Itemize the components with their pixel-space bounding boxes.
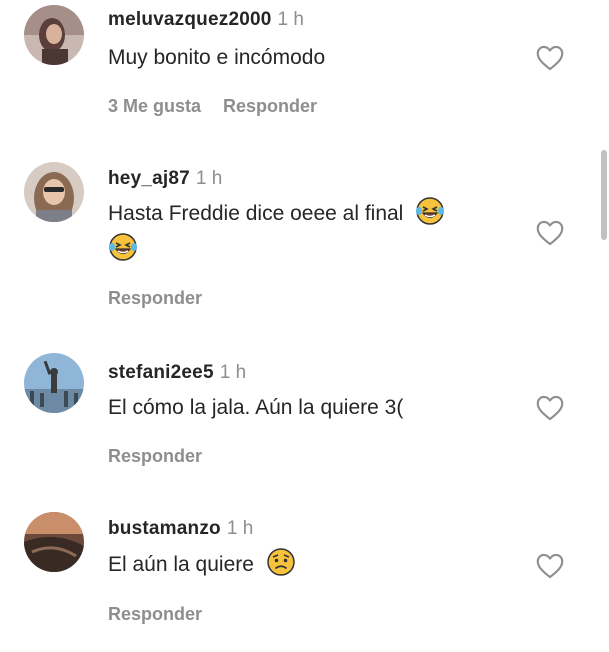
heart-outline-icon[interactable] bbox=[536, 395, 564, 421]
avatar[interactable] bbox=[24, 162, 84, 222]
comment-text: El aún la quiere bbox=[108, 547, 528, 583]
comment-actions: Responder bbox=[108, 604, 202, 625]
username[interactable]: bustamanzo bbox=[108, 518, 221, 539]
comment-header: stefani2ee5 1 h bbox=[108, 362, 246, 384]
scrollbar-thumb[interactable] bbox=[601, 150, 607, 240]
comment-text: El cómo la jala. Aún la quiere 3( bbox=[108, 390, 528, 426]
laughing-tears-emoji bbox=[109, 233, 137, 261]
laughing-tears-emoji bbox=[416, 197, 445, 225]
comment-header: bustamanzo 1 h bbox=[108, 518, 253, 540]
comment-actions: Responder bbox=[108, 288, 202, 309]
timestamp[interactable]: 1 h bbox=[227, 518, 253, 539]
comment-actions: 3 Me gusta Responder bbox=[108, 96, 317, 117]
username[interactable]: hey_aj87 bbox=[108, 168, 190, 189]
avatar[interactable] bbox=[24, 353, 84, 413]
username[interactable]: stefani2ee5 bbox=[108, 362, 214, 383]
comment-actions: Responder bbox=[108, 446, 202, 467]
comment-header: hey_aj87 1 h bbox=[108, 168, 222, 190]
comment-text: Muy bonito e incómodo bbox=[108, 40, 528, 76]
comment-text-content: Hasta Freddie dice oeee al final bbox=[108, 202, 404, 225]
heart-outline-icon[interactable] bbox=[536, 553, 564, 579]
heart-outline-icon[interactable] bbox=[536, 45, 564, 71]
reply-button[interactable]: Responder bbox=[223, 96, 317, 116]
avatar[interactable] bbox=[24, 5, 84, 65]
comment-header: meluvazquez2000 1 h bbox=[108, 9, 304, 31]
avatar[interactable] bbox=[24, 512, 84, 572]
worried-face-emoji bbox=[267, 548, 295, 576]
heart-outline-icon[interactable] bbox=[536, 220, 564, 246]
comment-text-content: El aún la quiere bbox=[108, 553, 254, 576]
likes-count-button[interactable]: 3 Me gusta bbox=[108, 96, 201, 116]
timestamp[interactable]: 1 h bbox=[220, 362, 246, 383]
timestamp[interactable]: 1 h bbox=[196, 168, 222, 189]
comment-text-content: Muy bonito e incómodo bbox=[108, 46, 326, 69]
username[interactable]: meluvazquez2000 bbox=[108, 9, 272, 30]
timestamp[interactable]: 1 h bbox=[278, 9, 304, 30]
reply-button[interactable]: Responder bbox=[108, 446, 202, 466]
comment-text-content: El cómo la jala. Aún la quiere 3( bbox=[108, 396, 404, 419]
reply-button[interactable]: Responder bbox=[108, 288, 202, 308]
comment-text: Hasta Freddie dice oeee al final bbox=[108, 196, 528, 268]
reply-button[interactable]: Responder bbox=[108, 604, 202, 624]
